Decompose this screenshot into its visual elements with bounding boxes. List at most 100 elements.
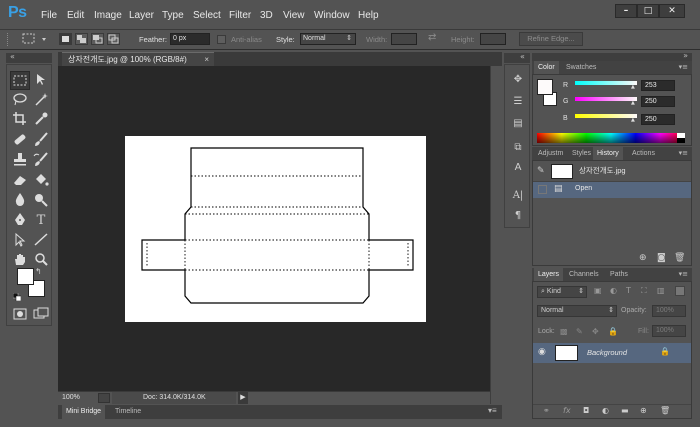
magic-wand-tool[interactable] <box>31 91 51 110</box>
menu-window[interactable]: Window <box>314 10 350 21</box>
healing-brush-tool[interactable] <box>10 131 30 150</box>
r-value-input[interactable]: 253 <box>641 80 675 91</box>
image-canvas[interactable] <box>125 136 426 322</box>
menu-image[interactable]: Image <box>94 10 122 21</box>
filter-shape-icon[interactable]: ⛶ <box>641 286 647 296</box>
history-state-row[interactable]: ▤ Open <box>533 182 691 198</box>
tab-layers[interactable]: Layers <box>534 268 564 281</box>
layer-filter-select[interactable]: ⌕ Kind ⇕ <box>537 286 587 298</box>
eraser-tool[interactable] <box>10 171 30 190</box>
menu-3d[interactable]: 3D <box>260 10 273 21</box>
brush-tool[interactable] <box>31 131 51 150</box>
new-group-icon[interactable]: ▬ <box>621 406 629 415</box>
tab-color[interactable]: Color <box>534 61 559 74</box>
character-styles-icon[interactable]: A <box>505 157 531 179</box>
paragraph-icon[interactable]: ¶ <box>505 205 531 227</box>
eyedropper-tool[interactable] <box>31 110 51 129</box>
proof-icon[interactable] <box>98 393 110 403</box>
menu-help[interactable]: Help <box>358 10 379 21</box>
eye-icon[interactable]: ◉ <box>538 347 546 357</box>
collapse-arrows-icon[interactable]: « <box>10 52 15 61</box>
tab-history[interactable]: History <box>593 147 623 160</box>
history-brush-source-icon[interactable]: ✎ <box>537 166 545 176</box>
collapse-arrows-icon[interactable]: « <box>520 52 525 61</box>
lock-position-icon[interactable]: ✥ <box>592 327 599 336</box>
fill-input[interactable]: 100% <box>652 325 686 337</box>
lock-pixels-icon[interactable]: ✎ <box>576 327 583 336</box>
rectangular-marquee-tool[interactable] <box>10 71 30 90</box>
panel-menu-icon[interactable]: ▾≡ <box>679 270 688 278</box>
layer-row-background[interactable]: ◉ Background 🔒 <box>533 343 691 363</box>
crop-tool[interactable] <box>10 110 30 129</box>
icon-column-header[interactable]: « <box>504 52 530 63</box>
dodge-tool[interactable] <box>31 191 51 210</box>
tool-preset-picker[interactable] <box>18 32 50 46</box>
clone-source-icon[interactable]: ⧉ <box>505 137 531 159</box>
line-tool[interactable] <box>31 231 51 250</box>
add-mask-icon[interactable]: ◘ <box>583 406 589 415</box>
tab-paths[interactable]: Paths <box>606 268 632 281</box>
history-brush-tool[interactable] <box>31 151 51 170</box>
adjustments-icon[interactable]: ☰ <box>505 91 531 113</box>
quick-mask-button[interactable] <box>10 305 30 324</box>
close-button[interactable]: ✕ <box>659 4 685 18</box>
b-value-input[interactable]: 250 <box>641 114 675 125</box>
lock-transparent-icon[interactable]: ▩ <box>560 327 568 336</box>
swap-colors-icon[interactable]: ↰ <box>35 267 42 276</box>
history-source-box[interactable] <box>538 185 547 194</box>
width-input[interactable] <box>391 33 417 45</box>
path-selection-tool[interactable] <box>10 231 30 250</box>
filter-pixel-icon[interactable]: ▣ <box>594 286 602 295</box>
panel-menu-icon[interactable]: ▾≡ <box>679 63 688 71</box>
color-fg-swatch[interactable] <box>537 79 553 95</box>
height-input[interactable] <box>480 33 506 45</box>
menu-file[interactable]: File <box>41 10 57 21</box>
minimize-button[interactable]: – <box>615 4 637 18</box>
filter-type-icon[interactable]: T <box>626 286 631 295</box>
panel-dock-header[interactable]: » <box>532 51 692 61</box>
paint-bucket-tool[interactable] <box>31 171 51 190</box>
panel-menu-icon[interactable]: ▾≡ <box>679 149 688 157</box>
add-selection-button[interactable] <box>75 33 88 45</box>
character-icon[interactable]: A| <box>505 185 531 207</box>
options-grip[interactable] <box>7 33 10 46</box>
r-slider-thumb-icon[interactable]: ▲ <box>631 84 635 90</box>
lasso-tool[interactable] <box>10 91 30 110</box>
lock-all-icon[interactable]: 🔒 <box>608 327 618 336</box>
spectrum-ramp[interactable] <box>537 133 685 143</box>
filter-toggle[interactable] <box>675 286 685 296</box>
layer-style-icon[interactable]: fx <box>563 406 571 415</box>
filter-adjustment-icon[interactable]: ◐ <box>610 286 617 295</box>
g-slider[interactable] <box>575 97 637 101</box>
vertical-scrollbar[interactable] <box>490 66 502 404</box>
feather-input[interactable]: 0 px <box>170 33 210 45</box>
status-menu-arrow-icon[interactable]: ▶ <box>238 392 248 404</box>
tool-presets-icon[interactable]: ▤ <box>505 113 531 135</box>
new-document-from-state-icon[interactable]: ⊕ <box>639 253 647 263</box>
document-tab[interactable]: 상자전개도.jpg @ 100% (RGB/8#) × <box>62 52 214 66</box>
antialias-checkbox[interactable] <box>217 35 226 44</box>
opacity-input[interactable]: 100% <box>652 305 686 317</box>
g-slider-thumb-icon[interactable]: ▲ <box>631 100 635 106</box>
b-slider-thumb-icon[interactable]: ▲ <box>631 117 635 123</box>
refine-edge-button[interactable]: Refine Edge... <box>519 32 583 46</box>
history-snapshot-row[interactable]: ✎ 상자전개도.jpg <box>533 161 691 182</box>
brush-presets-icon[interactable]: ✥ <box>505 69 531 91</box>
pen-tool[interactable] <box>10 211 30 230</box>
zoom-level[interactable]: 100% <box>62 394 80 401</box>
intersect-selection-button[interactable] <box>107 33 120 45</box>
link-layers-icon[interactable]: ⚭ <box>543 406 550 415</box>
panel-menu-icon[interactable]: ▾≡ <box>488 406 497 415</box>
screen-mode-button[interactable] <box>31 305 51 324</box>
r-slider[interactable] <box>575 81 637 85</box>
tab-swatches[interactable]: Swatches <box>562 61 600 74</box>
g-value-input[interactable]: 250 <box>641 96 675 107</box>
type-tool[interactable]: T <box>31 211 51 230</box>
blur-tool[interactable] <box>10 191 30 210</box>
tab-actions[interactable]: Actions <box>628 147 659 160</box>
tab-mini-bridge[interactable]: Mini Bridge <box>62 405 106 419</box>
clone-stamp-tool[interactable] <box>10 151 30 170</box>
menu-filter[interactable]: Filter <box>229 10 251 21</box>
trash-icon[interactable]: 🗑 <box>660 406 670 415</box>
default-colors-icon[interactable] <box>12 292 22 302</box>
